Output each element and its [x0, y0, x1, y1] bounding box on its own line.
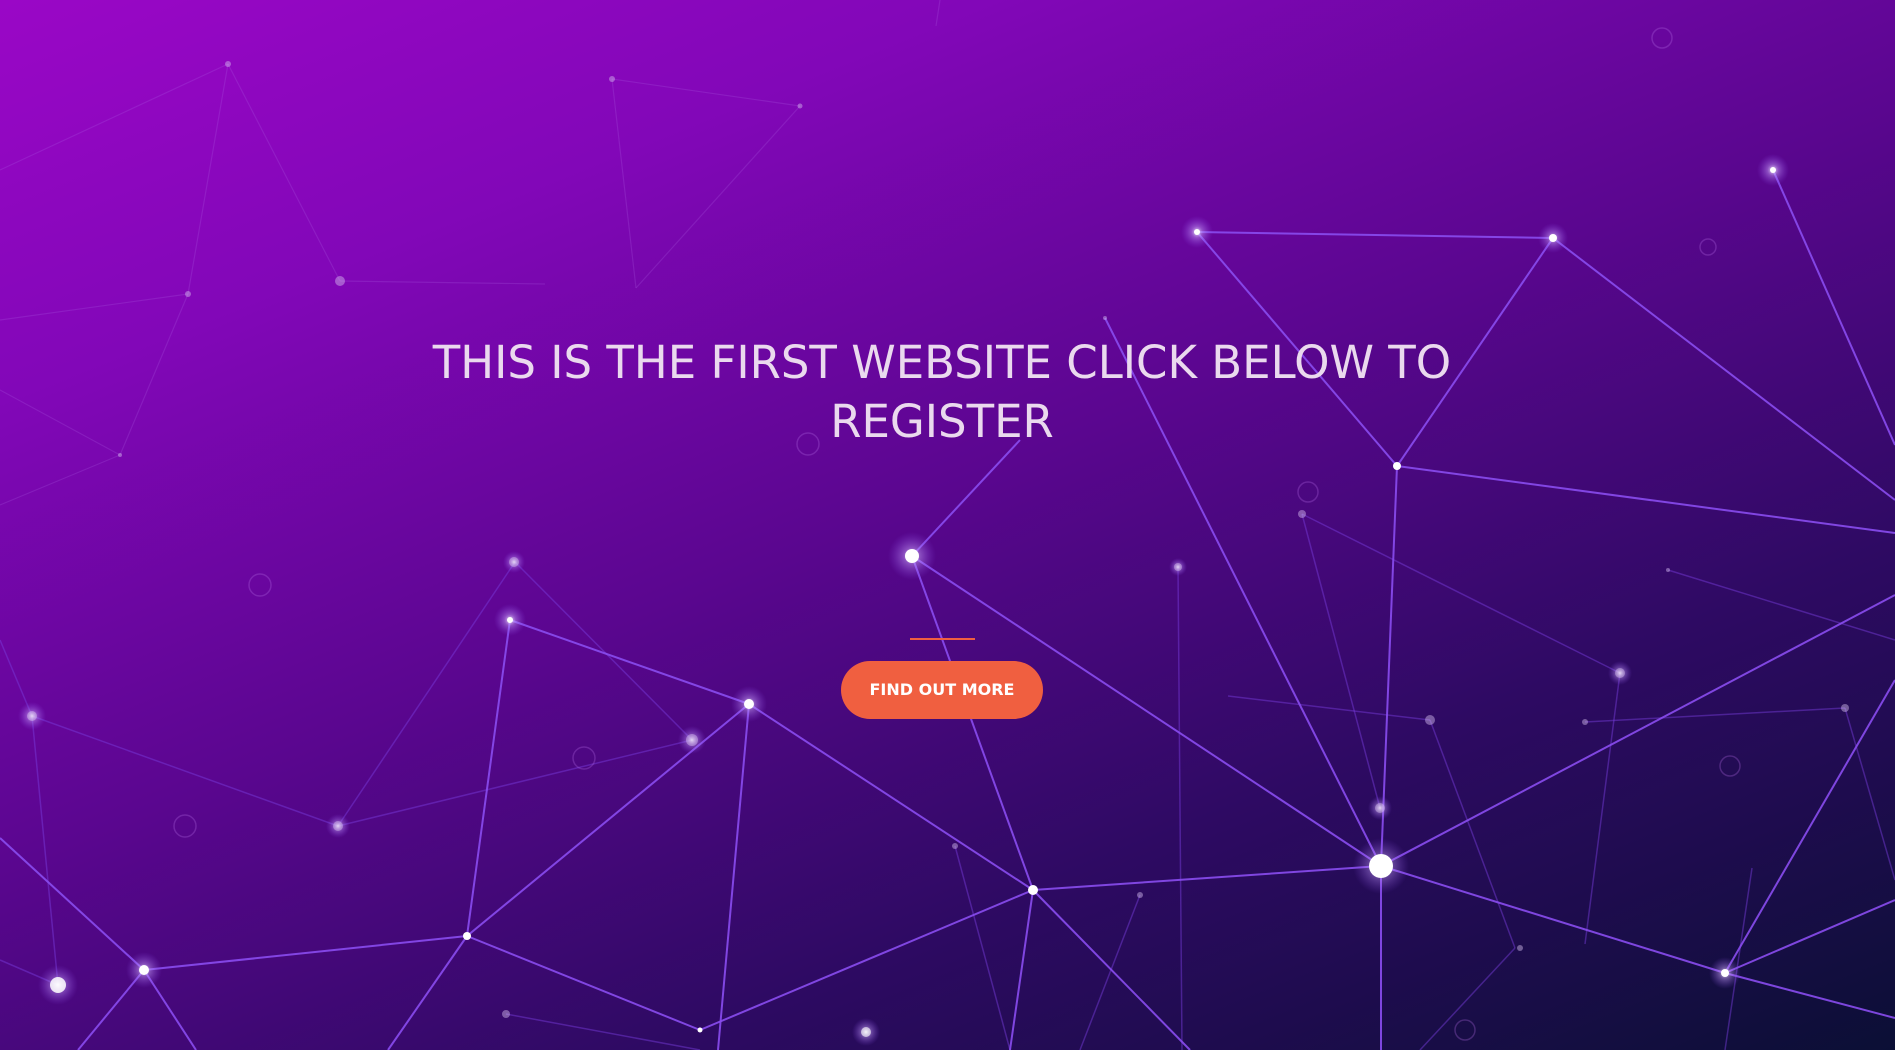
- hero-content: THIS IS THE FIRST WEBSITE CLICK BELOW TO…: [0, 0, 1895, 1050]
- find-out-more-button[interactable]: FIND OUT MORE: [841, 661, 1043, 719]
- accent-divider: [910, 638, 975, 640]
- hero-headline: THIS IS THE FIRST WEBSITE CLICK BELOW TO…: [432, 336, 1452, 448]
- hero-section: THIS IS THE FIRST WEBSITE CLICK BELOW TO…: [0, 0, 1895, 1050]
